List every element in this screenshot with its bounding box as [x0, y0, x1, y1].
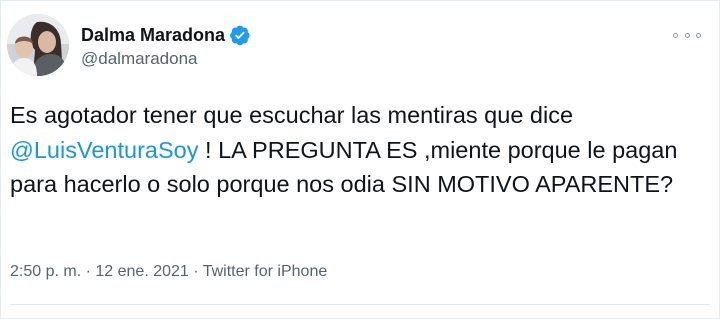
author-handle[interactable]: @dalmaradona	[81, 49, 198, 69]
avatar[interactable]	[7, 14, 69, 76]
author-name-row: Dalma Maradona	[81, 23, 251, 47]
tweet-time[interactable]: 2:50 p. m.	[10, 263, 81, 280]
tweet-card: Dalma Maradona @dalmaradona Es agotador …	[0, 0, 720, 319]
tweet-text-before: Es agotador tener que escuchar las menti…	[10, 102, 574, 128]
tweet-date[interactable]: 12 ene. 2021	[95, 263, 188, 280]
avatar-image	[7, 14, 69, 76]
meta-separator: ·	[81, 263, 96, 280]
meta-separator: ·	[188, 263, 203, 280]
divider	[10, 304, 710, 305]
more-dot	[673, 32, 678, 38]
tweet-source[interactable]: Twitter for iPhone	[203, 263, 328, 280]
more-dot	[696, 32, 701, 38]
mention-link[interactable]: @LuisVenturaSoy	[10, 137, 198, 163]
author-display-name[interactable]: Dalma Maradona	[81, 25, 225, 46]
tweet-text: Es agotador tener que escuchar las menti…	[10, 98, 700, 202]
more-dot	[684, 32, 690, 38]
tweet-meta: 2:50 p. m. · 12 ene. 2021 · Twitter for …	[10, 263, 327, 281]
more-options-icon[interactable]	[673, 27, 701, 43]
verified-badge-icon	[229, 24, 251, 46]
